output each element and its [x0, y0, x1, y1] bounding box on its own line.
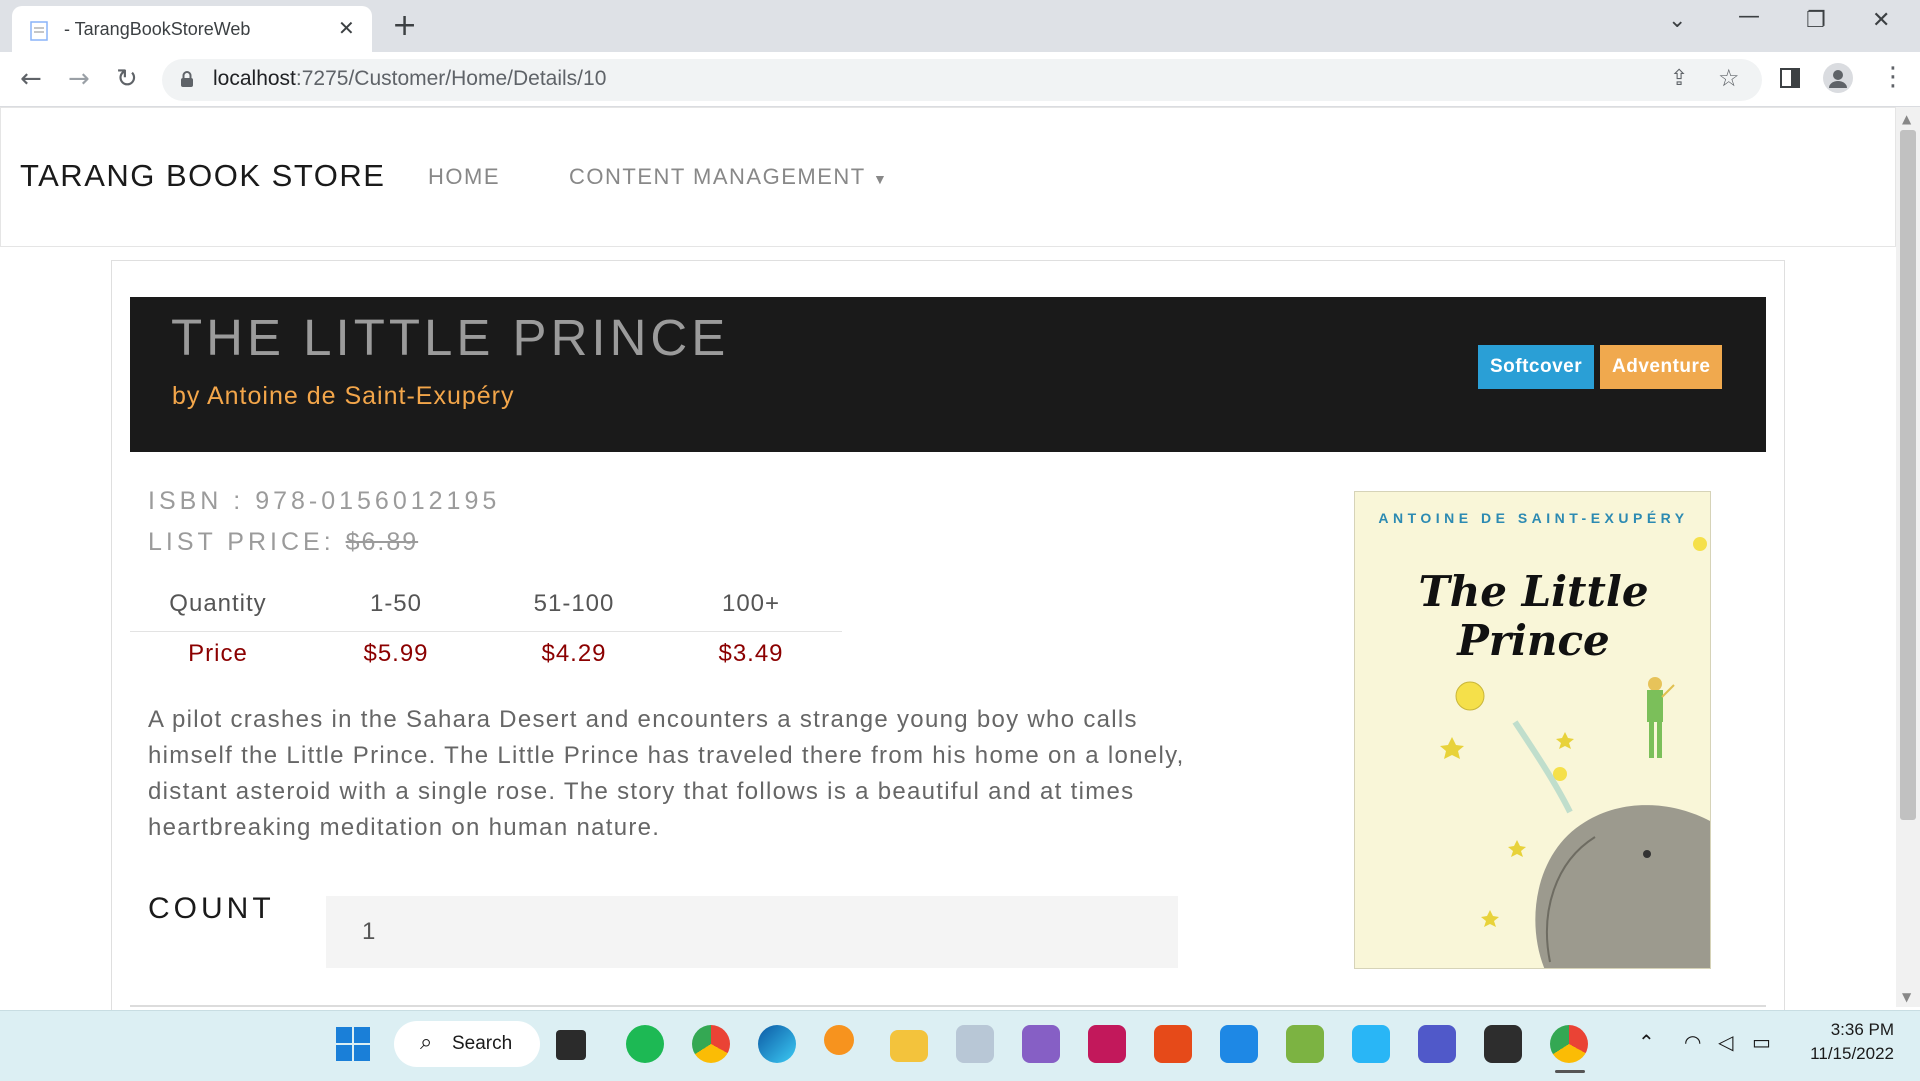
- list-price-value: $6.89: [345, 528, 419, 556]
- search-tool-icon[interactable]: [824, 1025, 854, 1055]
- book-title: THE LITTLE PRINCE: [171, 309, 730, 366]
- office-icon[interactable]: [1154, 1025, 1192, 1063]
- book-description: A pilot crashes in the Sahara Desert and…: [148, 706, 1185, 841]
- windows-start-icon[interactable]: [335, 1026, 371, 1062]
- task-view-icon[interactable]: [556, 1030, 586, 1060]
- url-text[interactable]: localhost:7275/Customer/Home/Details/10: [213, 67, 606, 91]
- minimize-icon[interactable]: —: [1738, 4, 1760, 29]
- list-price-text: LIST PRICE: $6.89: [148, 528, 419, 556]
- tab-search-icon[interactable]: ⌄: [1668, 8, 1686, 33]
- table-header-tier-2: 51-100: [533, 590, 615, 617]
- chrome-icon[interactable]: [692, 1025, 730, 1063]
- unit-converter-icon[interactable]: [1286, 1025, 1324, 1063]
- nav-content-management-link[interactable]: CONTENT MANAGEMENT ▼: [569, 164, 888, 190]
- chrome-profile-icon[interactable]: [1550, 1025, 1588, 1063]
- lock-icon[interactable]: [180, 70, 194, 88]
- table-price-tier-2: $4.29: [541, 640, 607, 667]
- category-badge: Adventure: [1600, 345, 1723, 389]
- table-header-tier-1: 1-50: [369, 590, 423, 617]
- edge-icon[interactable]: [758, 1025, 796, 1063]
- table-price-tier-1: $5.99: [363, 640, 429, 667]
- teams-icon[interactable]: [1418, 1025, 1456, 1063]
- back-icon[interactable]: ←: [20, 64, 42, 94]
- table-divider: [130, 631, 842, 632]
- clock-date[interactable]: 11/15/2022: [1800, 1044, 1894, 1064]
- count-input[interactable]: [326, 896, 1178, 968]
- nav-home-link[interactable]: HOME: [428, 164, 500, 190]
- restore-icon[interactable]: ❐: [1806, 8, 1826, 33]
- site-brand[interactable]: TARANG BOOK STORE: [20, 158, 385, 194]
- new-tab-icon[interactable]: +: [392, 8, 417, 43]
- battery-icon[interactable]: ▭: [1752, 1030, 1771, 1054]
- taskbar-search-label: Search: [452, 1033, 513, 1054]
- active-app-indicator: [1555, 1070, 1585, 1073]
- clock-time[interactable]: 3:36 PM: [1824, 1020, 1894, 1040]
- side-panel-icon[interactable]: [1780, 68, 1800, 88]
- menu-icon[interactable]: ⋮: [1880, 62, 1906, 92]
- share-icon[interactable]: ⇪: [1670, 66, 1688, 91]
- close-tab-icon[interactable]: ✕: [338, 16, 355, 40]
- caret-down-icon: ▼: [872, 171, 889, 187]
- azure-icon[interactable]: [1352, 1025, 1390, 1063]
- terminal-icon[interactable]: [1484, 1025, 1522, 1063]
- visual-studio-icon[interactable]: [1022, 1025, 1060, 1063]
- volume-icon[interactable]: ◁: [1718, 1030, 1733, 1054]
- rider-icon[interactable]: [1088, 1025, 1126, 1063]
- reload-icon[interactable]: ↻: [116, 64, 138, 94]
- scrollbar-thumb[interactable]: [1900, 130, 1916, 820]
- scroll-up-icon[interactable]: ▲: [1902, 112, 1911, 126]
- card-bottom-divider: [130, 1005, 1766, 1007]
- file-explorer-icon[interactable]: [890, 1030, 928, 1062]
- cover-type-badge: Softcover: [1478, 345, 1595, 389]
- tab-title: - TarangBookStoreWeb: [64, 19, 251, 39]
- book-author: by Antoine de Saint-Exupéry: [172, 382, 515, 410]
- forward-icon[interactable]: →: [68, 64, 90, 94]
- vscode-icon[interactable]: [1220, 1025, 1258, 1063]
- spotify-icon[interactable]: [626, 1025, 664, 1063]
- scroll-down-icon[interactable]: ▼: [1902, 990, 1911, 1004]
- count-label: COUNT: [148, 892, 275, 925]
- wifi-icon[interactable]: ◠: [1684, 1030, 1701, 1054]
- search-icon: ⌕: [420, 1030, 433, 1055]
- table-header-tier-3: 100+: [721, 590, 781, 617]
- profile-avatar-icon[interactable]: [1823, 63, 1853, 93]
- resource-monitor-icon[interactable]: [956, 1025, 994, 1063]
- table-header-quantity: Quantity: [169, 590, 267, 617]
- bookmark-star-icon[interactable]: ☆: [1718, 64, 1740, 92]
- tray-overflow-icon[interactable]: ⌃: [1638, 1030, 1655, 1054]
- table-price-label: Price: [188, 640, 248, 667]
- window-close-icon[interactable]: ✕: [1872, 8, 1890, 33]
- cover-illustration: [1440, 537, 1710, 968]
- browser-tab[interactable]: - TarangBookStoreWeb ✕: [12, 6, 372, 52]
- table-price-tier-3: $3.49: [718, 640, 784, 667]
- isbn-text: ISBN : 978-0156012195: [148, 487, 501, 515]
- book-cover-image: ANTOINE DE SAINT-EXUPÉRY The Little Prin…: [1354, 491, 1711, 969]
- page-icon: [30, 21, 48, 41]
